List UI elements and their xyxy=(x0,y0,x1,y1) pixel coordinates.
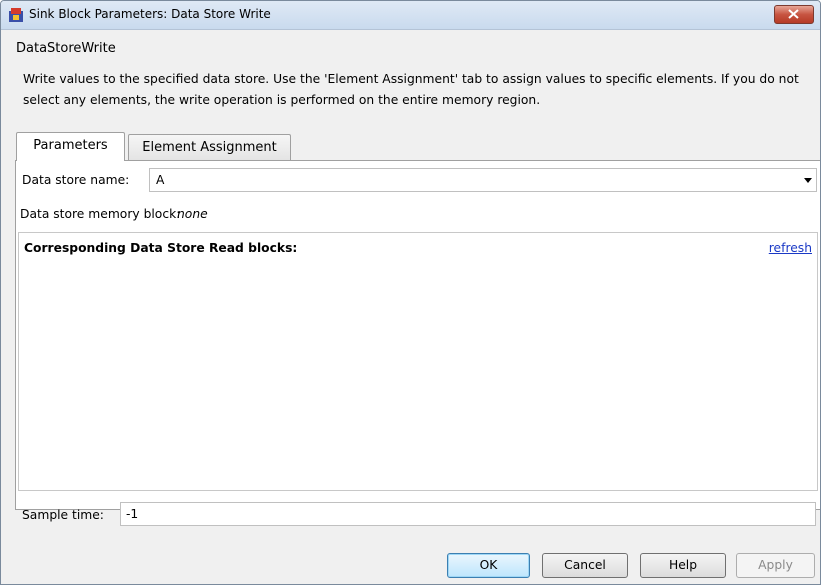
memory-block-label: Data store memory block: xyxy=(20,207,181,221)
sample-time-label: Sample time: xyxy=(22,508,104,522)
sample-time-input[interactable]: -1 xyxy=(120,502,816,526)
read-blocks-list: Corresponding Data Store Read blocks: re… xyxy=(18,232,818,491)
data-store-name-dropdown[interactable]: A xyxy=(149,168,817,192)
block-description: Write values to the specified data store… xyxy=(23,72,799,107)
memory-block-value: none xyxy=(177,207,208,221)
help-button[interactable]: Help xyxy=(640,553,726,578)
cancel-button[interactable]: Cancel xyxy=(542,553,628,578)
ok-button[interactable]: OK xyxy=(447,553,530,578)
title-bar[interactable]: Sink Block Parameters: Data Store Write xyxy=(1,1,820,30)
read-blocks-title: Corresponding Data Store Read blocks: xyxy=(24,241,298,255)
sample-time-value: -1 xyxy=(126,507,139,521)
refresh-link[interactable]: refresh xyxy=(769,241,812,255)
block-type-name: DataStoreWrite xyxy=(16,41,116,56)
chevron-down-icon xyxy=(804,178,812,183)
close-icon xyxy=(788,9,799,19)
window-title: Sink Block Parameters: Data Store Write xyxy=(29,7,271,21)
data-store-name-label: Data store name: xyxy=(22,173,130,187)
simulink-block-icon xyxy=(9,8,23,22)
close-button[interactable] xyxy=(774,5,814,24)
dialog-window: Sink Block Parameters: Data Store Write … xyxy=(0,0,821,585)
tab-parameters[interactable]: Parameters xyxy=(16,132,125,161)
data-store-name-value: A xyxy=(156,173,165,187)
tab-element-assignment[interactable]: Element Assignment xyxy=(128,134,291,160)
apply-button[interactable]: Apply xyxy=(736,553,815,578)
